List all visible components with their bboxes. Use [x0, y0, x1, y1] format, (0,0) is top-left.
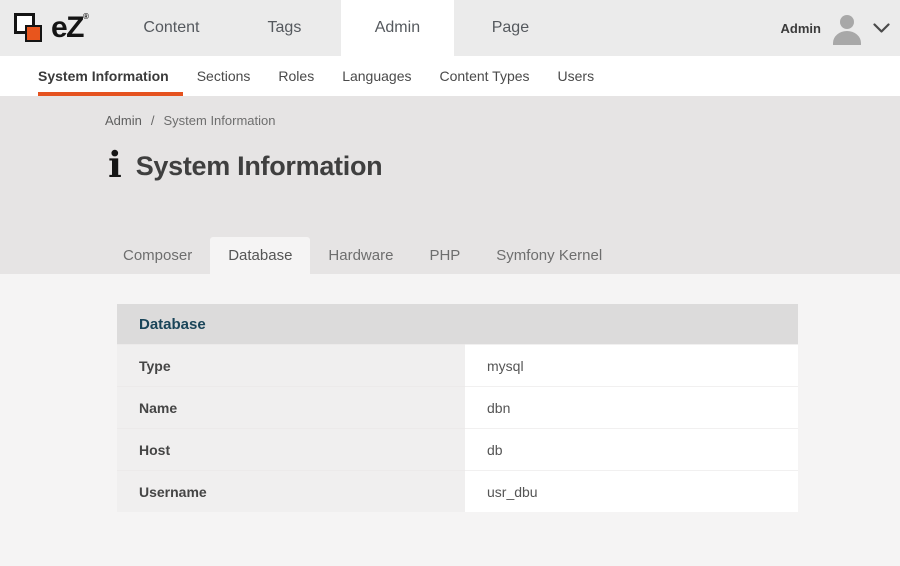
table-row: Host db — [117, 428, 798, 470]
row-label-username: Username — [117, 470, 465, 512]
avatar-head-shape — [840, 15, 854, 29]
subnav-label: System Information — [38, 68, 169, 84]
chevron-down-icon[interactable] — [873, 23, 890, 34]
row-value-username: usr_dbu — [465, 470, 798, 512]
table-row: Type mysql — [117, 344, 798, 386]
database-info-table: Database Type mysql Name dbn Host db Use… — [117, 304, 798, 512]
avatar-body-shape — [833, 31, 861, 45]
user-avatar-icon — [831, 11, 863, 45]
breadcrumb-current-page: System Information — [163, 113, 275, 128]
content-area: Database Type mysql Name dbn Host db Use… — [0, 274, 900, 566]
trademark-symbol: ® — [83, 12, 89, 21]
breadcrumb: Admin / System Information — [0, 96, 900, 128]
main-nav: Content Tags Admin Page — [115, 0, 567, 56]
subnav-item-languages[interactable]: Languages — [328, 56, 425, 96]
tab-php[interactable]: PHP — [411, 237, 478, 274]
admin-sub-nav: System Information Sections Roles Langua… — [0, 56, 900, 96]
ez-logo-orange-square — [25, 25, 42, 42]
row-label-name: Name — [117, 386, 465, 428]
row-value-type: mysql — [465, 344, 798, 386]
table-row: Name dbn — [117, 386, 798, 428]
breadcrumb-separator: / — [151, 113, 155, 128]
ez-logo[interactable]: eZ® — [0, 0, 89, 56]
info-icon: ℹ — [108, 148, 122, 184]
tab-database[interactable]: Database — [210, 237, 310, 274]
user-name-label: Admin — [781, 21, 821, 36]
main-nav-item-tags[interactable]: Tags — [228, 0, 341, 56]
main-nav-item-page[interactable]: Page — [454, 0, 567, 56]
subnav-item-system-information[interactable]: System Information — [38, 56, 183, 96]
main-nav-item-content[interactable]: Content — [115, 0, 228, 56]
ez-logo-text: eZ® — [51, 13, 89, 43]
ez-logo-icon — [14, 10, 46, 46]
row-label-host: Host — [117, 428, 465, 470]
user-menu[interactable]: Admin — [781, 0, 900, 56]
subnav-item-sections[interactable]: Sections — [183, 56, 265, 96]
row-label-type: Type — [117, 344, 465, 386]
row-value-host: db — [465, 428, 798, 470]
tab-composer[interactable]: Composer — [105, 237, 210, 274]
subnav-item-content-types[interactable]: Content Types — [426, 56, 544, 96]
page-title: System Information — [136, 151, 383, 182]
subnav-item-roles[interactable]: Roles — [264, 56, 328, 96]
tab-symfony-kernel[interactable]: Symfony Kernel — [478, 237, 620, 274]
main-nav-item-admin[interactable]: Admin — [341, 0, 454, 56]
top-bar: eZ® Content Tags Admin Page Admin — [0, 0, 900, 56]
breadcrumb-admin-link[interactable]: Admin — [105, 113, 142, 128]
table-row: Username usr_dbu — [117, 470, 798, 512]
row-value-name: dbn — [465, 386, 798, 428]
system-info-tabs: Composer Database Hardware PHP Symfony K… — [105, 237, 620, 274]
subnav-item-users[interactable]: Users — [544, 56, 609, 96]
table-header: Database — [117, 304, 798, 344]
tab-hardware[interactable]: Hardware — [310, 237, 411, 274]
page-title-row: ℹ System Information — [108, 148, 900, 184]
page-header-section: Admin / System Information ℹ System Info… — [0, 96, 900, 274]
